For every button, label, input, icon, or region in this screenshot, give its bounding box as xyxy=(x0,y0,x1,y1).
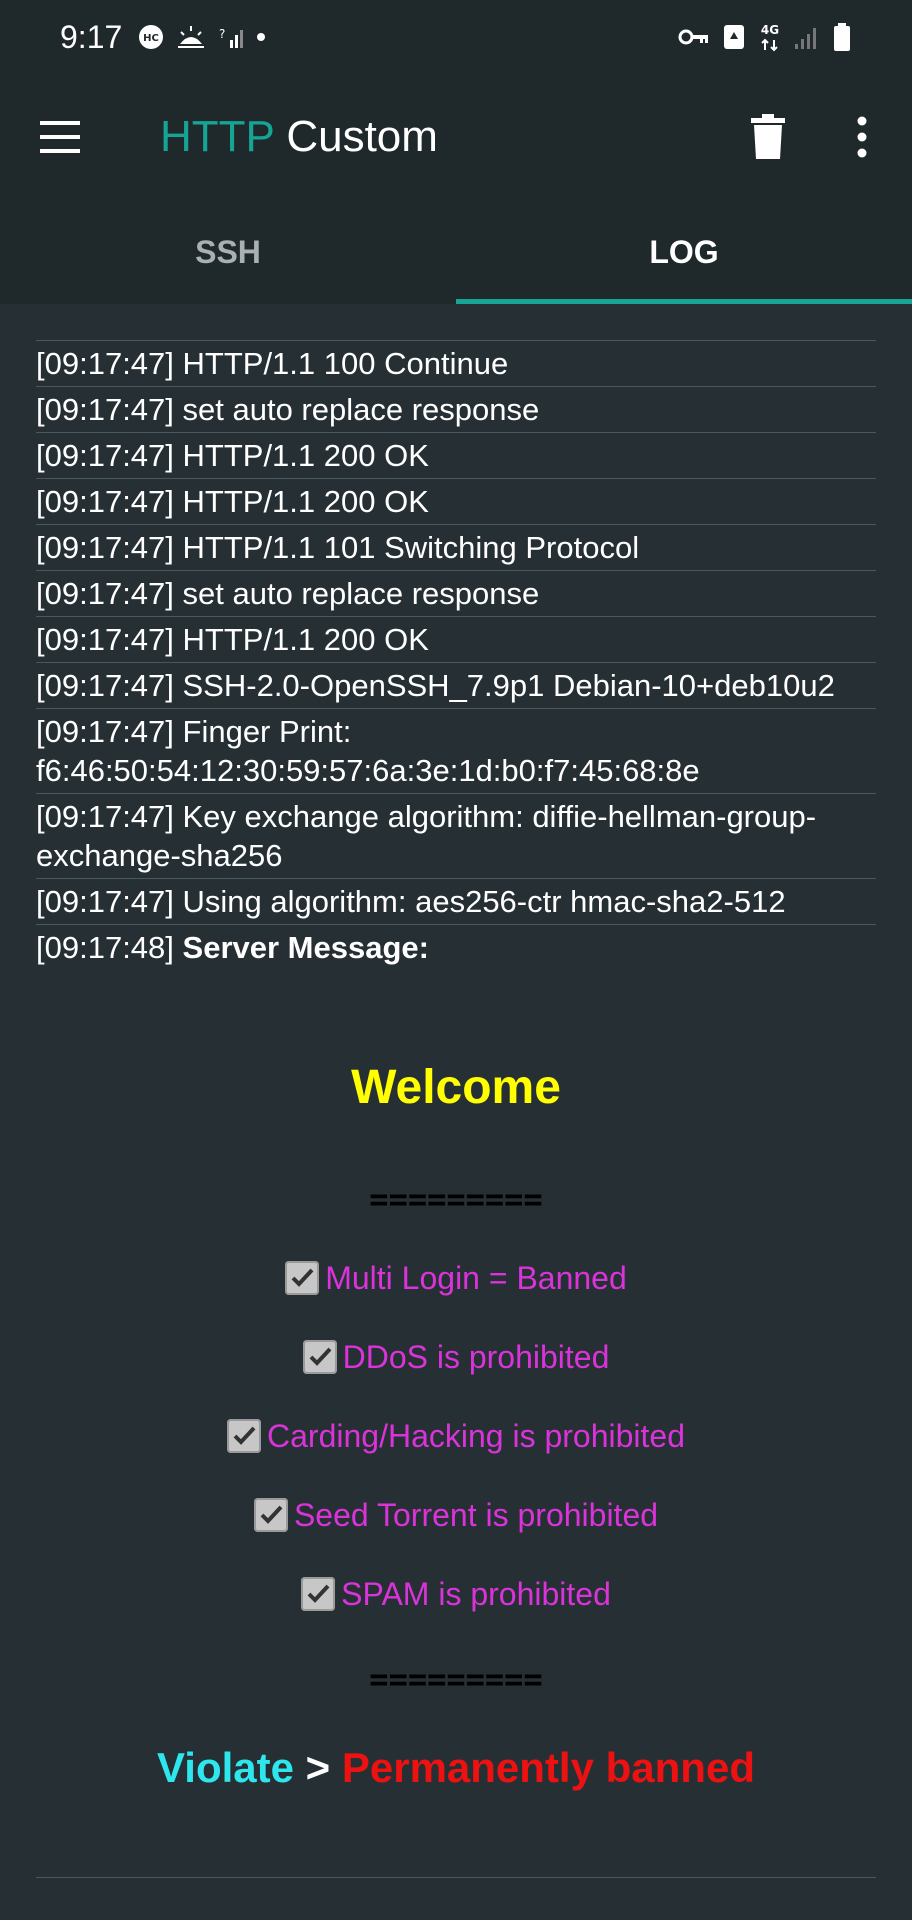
violate-text: Violate xyxy=(157,1744,294,1791)
welcome-heading: Welcome xyxy=(351,1061,561,1114)
status-time: 9:17 xyxy=(60,18,123,55)
rule-text: Carding/Hacking is prohibited xyxy=(267,1418,685,1454)
rule-item: SPAM is prohibited xyxy=(36,1576,876,1613)
divider-top: ========= xyxy=(369,1180,543,1218)
delete-icon[interactable] xyxy=(750,114,786,160)
log-line: [09:17:47] SSH-2.0-OpenSSH_7.9p1 Debian-… xyxy=(36,663,876,709)
status-right: 4G xyxy=(678,22,852,52)
rule-text: Multi Login = Banned xyxy=(325,1260,627,1296)
app-title: HTTP Custom xyxy=(160,112,438,162)
svg-text:HC: HC xyxy=(143,33,159,44)
status-left: 9:17 HC ? xyxy=(60,19,266,56)
rule-item: Multi Login = Banned xyxy=(36,1260,876,1297)
log-line-server-message: [09:17:48] Server Message: xyxy=(36,925,876,970)
hc-icon: HC xyxy=(138,24,164,50)
log-line: [09:17:47] HTTP/1.1 200 OK xyxy=(36,433,876,479)
network-label: 4G xyxy=(761,23,779,37)
rule-item: DDoS is prohibited xyxy=(36,1339,876,1376)
vpn-key-icon xyxy=(678,26,710,48)
checkbox-icon xyxy=(302,1340,337,1374)
checkbox-icon xyxy=(227,1419,261,1453)
log-line: [09:17:47] HTTP/1.1 100 Continue xyxy=(36,341,876,387)
svg-text:?: ? xyxy=(219,27,225,41)
log-timestamp: [09:17:48] xyxy=(36,930,174,965)
tab-ssh[interactable]: SSH xyxy=(0,200,456,304)
rule-text: DDoS is prohibited xyxy=(342,1339,610,1375)
log-bottom-divider xyxy=(36,1877,876,1878)
app-bar: HTTP Custom xyxy=(0,74,912,200)
rule-item: Carding/Hacking is prohibited xyxy=(36,1418,876,1455)
consequence-text: Permanently banned xyxy=(341,1744,755,1791)
checkbox-icon xyxy=(301,1577,336,1611)
rule-text: Seed Torrent is prohibited xyxy=(293,1497,659,1533)
tab-log-label: LOG xyxy=(649,233,719,270)
battery-icon xyxy=(832,22,852,52)
recycle-icon xyxy=(722,23,746,51)
dot-icon xyxy=(256,32,266,42)
signal-bars-icon xyxy=(794,24,820,50)
status-bar: 9:17 HC ? 4G xyxy=(0,0,912,74)
signal-icon: ? xyxy=(218,24,244,50)
log-line: [09:17:47] Key exchange algorithm: diffi… xyxy=(36,794,876,879)
app-title-http: HTTP xyxy=(160,112,275,161)
log-line: [09:17:47] set auto replace response xyxy=(36,387,876,433)
checkbox-icon xyxy=(285,1261,320,1295)
log-line: [09:17:47] Using algorithm: aes256-ctr h… xyxy=(36,879,876,925)
log-line: [09:17:47] HTTP/1.1 200 OK xyxy=(36,617,876,663)
log-line: [09:17:47] set auto replace response xyxy=(36,571,876,617)
active-tab-indicator xyxy=(456,299,912,304)
log-server-message-label: Server Message: xyxy=(182,930,429,965)
tab-log[interactable]: LOG xyxy=(456,200,912,304)
rule-item: Seed Torrent is prohibited xyxy=(36,1497,876,1534)
log-line: [09:17:47] Finger Print: f6:46:50:54:12:… xyxy=(36,709,876,794)
tab-bar: SSH LOG xyxy=(0,200,912,304)
checkbox-icon xyxy=(253,1498,288,1532)
violate-separator: > xyxy=(305,1744,331,1791)
violate-line: Violate > Permanently banned xyxy=(36,1744,876,1792)
more-options-icon[interactable] xyxy=(850,114,874,160)
log-line: [09:17:47] HTTP/1.1 101 Switching Protoc… xyxy=(36,525,876,571)
menu-icon[interactable] xyxy=(38,118,82,156)
log-line: [09:17:47] HTTP/1.1 200 OK xyxy=(36,479,876,525)
divider-bottom: ========= xyxy=(369,1660,543,1698)
log-list: [09:17:47] HTTP/1.1 100 Continue [09:17:… xyxy=(36,340,876,970)
weather-icon xyxy=(176,24,206,50)
tab-ssh-label: SSH xyxy=(195,233,261,270)
network-icon: 4G xyxy=(758,22,782,52)
app-title-custom: Custom xyxy=(286,112,438,161)
rule-text: SPAM is prohibited xyxy=(341,1576,611,1612)
